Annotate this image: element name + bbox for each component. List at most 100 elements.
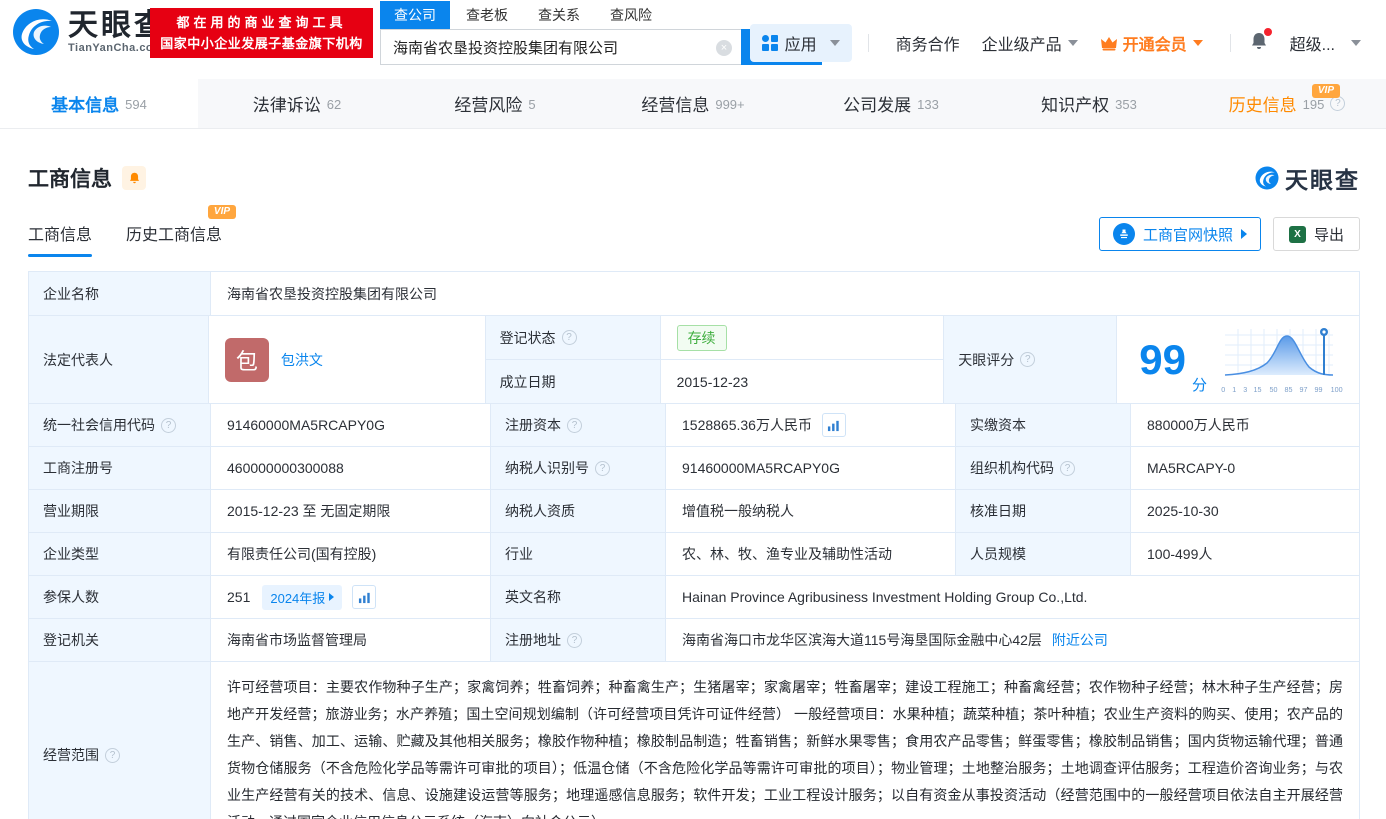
snapshot-label: 工商官网快照 — [1143, 224, 1233, 245]
nav-enterprise-products[interactable]: 企业级产品 — [982, 31, 1078, 55]
help-icon[interactable]: ? — [562, 330, 577, 345]
business-scope-value: 许可经营项目：主要农作物种子生产；家禽饲养；牲畜饲养；种畜禽生产；生猪屠宰；家禽… — [211, 662, 1359, 819]
promo-banner: 都在用的商业查询工具 国家中小企业发展子基金旗下机构 — [150, 8, 373, 58]
help-icon[interactable]: ? — [595, 461, 610, 476]
subtab-label: 历史工商信息 — [126, 227, 222, 244]
industry-label: 行业 — [491, 533, 666, 575]
tab-count: 5 — [528, 97, 535, 112]
company-type-value: 有限责任公司(国有控股) — [211, 533, 491, 575]
tab-label: 经营风险 — [454, 91, 522, 116]
approval-date-label: 核准日期 — [956, 490, 1131, 532]
nav-super-member[interactable]: 超级... — [1290, 31, 1361, 55]
search-input[interactable] — [381, 30, 741, 64]
annual-report-badge[interactable]: 2024年报 — [262, 585, 342, 610]
paid-capital-value: 880000万人民币 — [1131, 404, 1359, 446]
help-icon[interactable]: ? — [1020, 352, 1035, 367]
promo-line1: 都在用的商业查询工具 — [176, 12, 346, 33]
label-text: 统一社会信用代码 — [43, 415, 155, 435]
table-row: 参保人数 251 2024年报 英文名称 Hainan Province Agr… — [29, 576, 1359, 619]
search-tab-company[interactable]: 查公司 — [380, 1, 450, 29]
capital-chart-icon[interactable] — [822, 413, 846, 437]
score-distribution-chart: 01 315 5085 9799 100 — [1221, 325, 1343, 394]
legal-rep-value: 包 包洪文 — [209, 316, 486, 403]
address-text: 海南省海口市龙华区滨海大道115号海垦国际金融中心42层 — [682, 630, 1042, 650]
label-text: 天眼评分 — [958, 350, 1014, 370]
search-tab-boss[interactable]: 查老板 — [466, 1, 508, 29]
tianyancha-logo[interactable]: 天眼查 TianYanCha.com — [12, 8, 167, 56]
official-snapshot-button[interactable]: 工商官网快照 — [1099, 217, 1261, 251]
legal-rep-link[interactable]: 包洪文 — [281, 350, 323, 370]
legal-rep-avatar[interactable]: 包 — [225, 338, 269, 382]
insured-count-value: 251 2024年报 — [211, 576, 491, 618]
tab-operation-risk[interactable]: 经营风险 5 — [396, 79, 594, 128]
reg-capital-value: 1528865.36万人民币 — [666, 404, 956, 446]
tab-history-info[interactable]: VIP 历史信息 195 ? — [1188, 79, 1386, 128]
label-text: 纳税人识别号 — [505, 458, 589, 478]
help-icon[interactable]: ? — [1060, 461, 1075, 476]
tab-intellectual-property[interactable]: 知识产权 353 — [990, 79, 1188, 128]
tab-basic-info[interactable]: 基本信息 594 — [0, 79, 198, 128]
search-input-wrap: × — [380, 29, 741, 65]
vip-badge: VIP — [208, 205, 236, 219]
value-text: 251 — [227, 589, 250, 605]
tab-operation-info[interactable]: 经营信息 999+ — [594, 79, 792, 128]
value-text: 1528865.36万人民币 — [682, 415, 812, 435]
subtab-business-info[interactable]: 工商信息 — [28, 221, 92, 257]
stamp-icon — [1113, 223, 1135, 245]
notification-bell-icon[interactable] — [1249, 31, 1269, 56]
company-name-label: 企业名称 — [29, 272, 211, 315]
taxpayer-quality-label: 纳税人资质 — [491, 490, 666, 532]
status-badge: 存续 — [677, 325, 727, 351]
nav-business-cooperation[interactable]: 商务合作 — [896, 31, 960, 55]
reg-authority-value: 海南省市场监督管理局 — [211, 619, 491, 661]
help-icon[interactable]: ? — [567, 418, 582, 433]
excel-icon: X — [1289, 226, 1306, 243]
clear-search-icon[interactable]: × — [716, 40, 732, 56]
reg-number-label: 工商注册号 — [29, 447, 211, 489]
help-icon[interactable]: ? — [105, 748, 120, 763]
table-row: 企业类型 有限责任公司(国有控股) 行业 农、林、牧、渔专业及辅助性活动 人员规… — [29, 533, 1359, 576]
english-name-label: 英文名称 — [491, 576, 666, 618]
score-unit: 分 — [1192, 374, 1207, 395]
tab-count: 999+ — [715, 97, 744, 112]
help-icon[interactable]: ? — [161, 418, 176, 433]
search-tab-relation[interactable]: 查关系 — [538, 1, 580, 29]
help-icon[interactable]: ? — [1330, 96, 1345, 111]
export-button[interactable]: X 导出 — [1273, 217, 1360, 251]
nearby-companies-link[interactable]: 附近公司 — [1052, 630, 1108, 650]
tab-company-development[interactable]: 公司发展 133 — [792, 79, 990, 128]
main-tab-strip: 基本信息 594 法律诉讼 62 经营风险 5 经营信息 999+ 公司发展 1… — [0, 79, 1386, 129]
credit-code-label: 统一社会信用代码 ? — [29, 404, 211, 446]
score-value: 99 分 — [1117, 316, 1359, 403]
section-title: 工商信息 — [28, 163, 112, 193]
subscribe-bell-icon[interactable] — [122, 166, 146, 190]
table-row: 法定代表人 包 包洪文 登记状态 ? 存续 成立日期 2015-12-2 — [29, 316, 1359, 404]
label-text: 注册地址 — [505, 630, 561, 650]
insured-count-label: 参保人数 — [29, 576, 211, 618]
apps-label: 应用 — [785, 31, 817, 55]
business-term-value: 2015-12-23 至 无固定期限 — [211, 490, 491, 532]
tianyancha-logo-icon — [1255, 166, 1279, 190]
table-row: 统一社会信用代码 ? 91460000MA5RCAPY0G 注册资本 ? 152… — [29, 404, 1359, 447]
company-type-label: 企业类型 — [29, 533, 211, 575]
reg-number-value: 460000000300088 — [211, 447, 491, 489]
notification-dot — [1264, 28, 1272, 36]
watermark-text: 天眼查 — [1285, 161, 1360, 195]
apps-menu[interactable]: 应用 — [750, 24, 852, 62]
reg-address-label: 注册地址 ? — [491, 619, 666, 661]
taxpayer-id-value: 91460000MA5RCAPY0G — [666, 447, 956, 489]
tab-count: 594 — [125, 97, 147, 112]
search-tab-risk[interactable]: 查风险 — [610, 1, 652, 29]
nav-open-vip[interactable]: 开通会员 — [1100, 31, 1203, 55]
tab-label: 基本信息 — [51, 91, 119, 116]
approval-date-value: 2025-10-30 — [1131, 490, 1359, 532]
insured-chart-icon[interactable] — [352, 585, 376, 609]
industry-value: 农、林、牧、渔专业及辅助性活动 — [666, 533, 956, 575]
help-icon[interactable]: ? — [567, 633, 582, 648]
taxpayer-id-label: 纳税人识别号 ? — [491, 447, 666, 489]
tab-legal-proceedings[interactable]: 法律诉讼 62 — [198, 79, 396, 128]
org-code-value: MA5RCAPY-0 — [1131, 447, 1359, 489]
label-text: 登记状态 — [500, 328, 556, 348]
label-text: 组织机构代码 — [970, 458, 1054, 478]
subtab-history-business-info[interactable]: VIP历史工商信息 — [126, 221, 222, 257]
